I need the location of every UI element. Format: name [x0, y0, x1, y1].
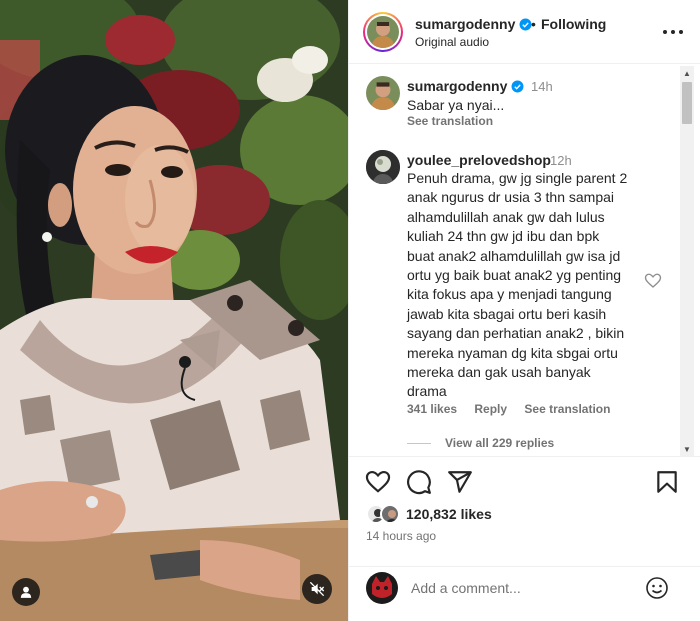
author-username[interactable]: sumargodenny [415, 16, 532, 32]
caption-text: Sabar ya nyai... [407, 97, 505, 113]
post-header: sumargodenny • Following Original audio [349, 0, 700, 64]
heart-icon[interactable] [365, 469, 391, 495]
following-button[interactable]: Following [541, 16, 606, 32]
commenter-username[interactable]: youlee_prelovedshop [407, 152, 551, 168]
view-replies-button[interactable]: View all 229 replies [407, 436, 554, 450]
post-timestamp[interactable]: 14 hours ago [366, 529, 436, 543]
comment-see-translation[interactable]: See translation [524, 402, 610, 416]
post-actions: 120,832 likes 14 hours ago [349, 456, 700, 566]
post-details-panel: sumargodenny • Following Original audio … [348, 0, 700, 621]
comment-composer [349, 566, 700, 621]
comment-icon[interactable] [406, 469, 432, 495]
comments-list[interactable]: sumargodenny 14h Sabar ya nyai... See tr… [349, 64, 700, 456]
header-separator: • [531, 16, 536, 32]
comments-scrollbar[interactable]: ▲ ▼ [680, 66, 694, 456]
comment-likes[interactable]: 341 likes [407, 402, 457, 416]
scroll-up-arrow-icon[interactable]: ▲ [680, 66, 694, 80]
likes-summary[interactable]: 120,832 likes [366, 503, 492, 525]
emoji-icon[interactable] [645, 576, 669, 600]
comment-actions: 341 likes Reply See translation [407, 402, 624, 416]
scroll-down-arrow-icon[interactable]: ▼ [680, 442, 694, 456]
verified-badge-icon [511, 80, 524, 93]
user-tag-icon [20, 586, 32, 598]
author-avatar-image [367, 16, 399, 48]
commenter-avatar[interactable] [366, 150, 400, 184]
replies-divider [407, 443, 431, 445]
bookmark-icon[interactable] [654, 469, 680, 495]
comment-like-heart-icon[interactable] [644, 272, 662, 290]
liker-avatar [380, 504, 400, 524]
video-frame-image [0, 0, 348, 621]
send-icon[interactable] [447, 469, 473, 495]
likes-count[interactable]: 120,832 [406, 506, 457, 522]
comment-text: Penuh drama, gw jg single parent 2 anak … [407, 170, 628, 400]
muted-speaker-icon [309, 581, 325, 597]
caption-time[interactable]: 14h [531, 79, 553, 94]
mute-toggle-button[interactable] [302, 574, 332, 604]
scrollbar-thumb[interactable] [682, 82, 692, 124]
post-video[interactable] [0, 0, 348, 621]
likes-label[interactable]: likes [461, 506, 492, 522]
caption-username[interactable]: sumargodenny [407, 78, 524, 94]
caption-author-avatar[interactable] [366, 76, 400, 110]
comment-time[interactable]: 12h [550, 153, 572, 168]
comment-reply-button[interactable]: Reply [474, 402, 507, 416]
current-user-avatar [366, 572, 398, 604]
audio-link[interactable]: Original audio [415, 35, 489, 49]
more-options-icon[interactable] [663, 24, 683, 40]
caption-see-translation[interactable]: See translation [407, 114, 493, 128]
author-avatar[interactable] [363, 12, 403, 52]
comment-input[interactable] [411, 576, 651, 600]
tagged-users-button[interactable] [12, 578, 40, 606]
